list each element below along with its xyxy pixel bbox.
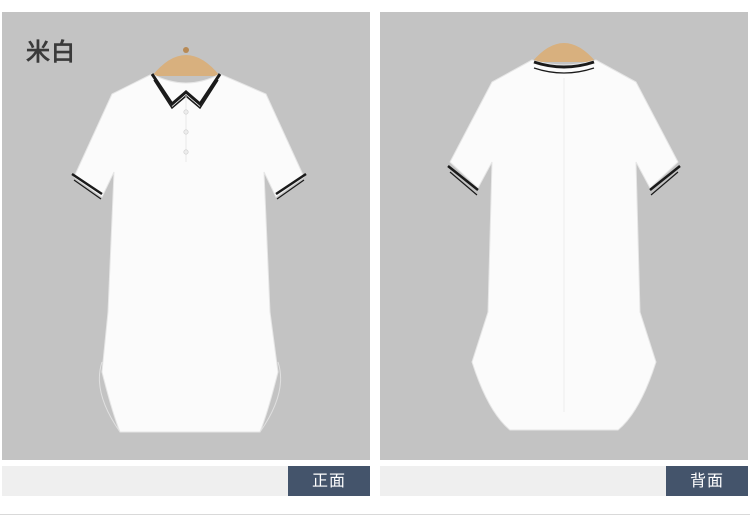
front-view-label: 正面	[288, 466, 370, 496]
button-icon	[183, 109, 189, 115]
front-view-panel: 米白	[2, 12, 370, 460]
front-dress-image	[71, 47, 307, 433]
back-label-bar: 背面	[380, 466, 748, 496]
back-view-label: 背面	[666, 466, 748, 496]
hanger-hook-icon	[183, 47, 189, 53]
back-view-panel	[380, 12, 748, 460]
color-name-title: 米白	[26, 38, 76, 66]
dress-body	[73, 73, 305, 433]
product-detail-page: 米白 正面 背面	[0, 0, 750, 528]
front-label-bar: 正面	[2, 466, 370, 496]
hanger-icon	[152, 55, 220, 76]
hanger-icon	[532, 43, 596, 62]
back-dress-image	[447, 43, 681, 431]
button-icon	[183, 149, 189, 155]
bottom-divider	[0, 514, 750, 515]
button-icon	[183, 129, 189, 135]
